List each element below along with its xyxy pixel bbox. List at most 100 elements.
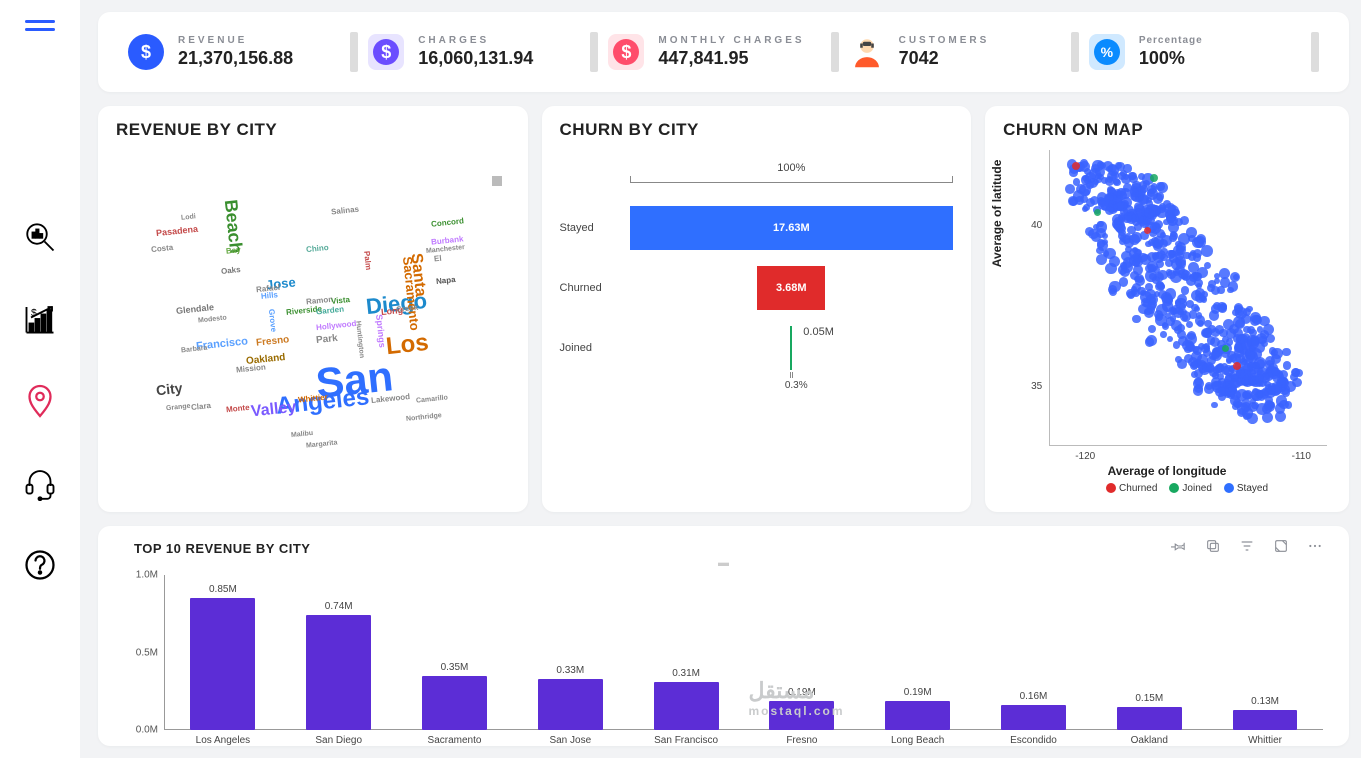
map-point — [1195, 315, 1206, 326]
map-point — [1260, 330, 1269, 339]
bar-x-label: Oakland — [1091, 735, 1207, 746]
wordcloud-word: Napa — [436, 275, 456, 286]
card-toolbar — [1171, 538, 1323, 559]
churn-bar: 17.63M — [630, 206, 954, 250]
wordcloud-word: Pasadena — [156, 224, 199, 238]
bar-data-label: 0.13M — [1251, 696, 1279, 707]
map-point — [1215, 325, 1224, 334]
map-point — [1140, 185, 1148, 193]
map-point — [1217, 286, 1224, 293]
bar-x-label: Los Angeles — [165, 735, 281, 746]
wordcloud-word: Palm — [362, 251, 373, 271]
headset-icon[interactable] — [20, 463, 60, 503]
map-point — [1176, 259, 1186, 269]
map-point — [1285, 401, 1292, 408]
location-pin-icon[interactable] — [20, 381, 60, 421]
kpi-customers: CUSTOMERS 7042 — [849, 32, 1079, 72]
map-point — [1282, 348, 1290, 356]
focus-icon[interactable] — [1273, 538, 1289, 559]
map-point — [1262, 404, 1272, 414]
wordcloud-word: Malibu — [291, 430, 314, 439]
more-icon[interactable] — [1307, 538, 1323, 559]
person-icon — [849, 34, 885, 70]
percent-icon: % — [1089, 34, 1125, 70]
legend-item: Churned — [1106, 483, 1157, 494]
map-point — [1292, 368, 1300, 376]
map-point — [1279, 370, 1288, 379]
kpi-charges-label: CHARGES — [418, 35, 533, 46]
churn-row: Stayed17.63M — [560, 198, 954, 258]
mid-row: REVENUE BY CITY SanAngelesLosDiegoBeachV… — [98, 106, 1349, 512]
kpi-percent-value: 100% — [1139, 48, 1203, 69]
card-title: TOP 10 REVENUE BY CITY — [134, 541, 310, 556]
map-point — [1145, 283, 1153, 291]
bar — [190, 598, 255, 730]
dollar-icon: $ — [128, 34, 164, 70]
menu-toggle-icon[interactable] — [25, 20, 55, 23]
map-point — [1148, 325, 1156, 333]
wordcloud-word: Hollywood — [316, 319, 357, 332]
map-point — [1211, 381, 1220, 390]
map-ylabel: Average of latitude — [990, 160, 1004, 268]
churn-bar: 3.68M — [757, 266, 825, 310]
map-point — [1104, 248, 1116, 260]
map-xtick: -120 — [1075, 451, 1095, 462]
bar — [769, 701, 834, 730]
card-churn-by-city: CHURN BY CITY 100% Stayed17.63MChurned3.… — [542, 106, 972, 512]
bar — [538, 679, 603, 730]
kpi-gauge — [350, 32, 358, 72]
card-revenue-by-city: REVENUE BY CITY SanAngelesLosDiegoBeachV… — [98, 106, 528, 512]
map-point — [1157, 182, 1168, 193]
map-point — [1129, 255, 1141, 267]
wordcloud-word: Oaks — [221, 265, 241, 276]
map-point — [1068, 196, 1078, 206]
map-point — [1193, 249, 1202, 258]
bar — [654, 682, 719, 730]
churn-bar — [790, 326, 792, 370]
map-point — [1155, 313, 1163, 321]
top10-bar-chart[interactable]: 0.0M0.5M1.0M 0.85MLos Angeles0.74MSan Di… — [124, 575, 1323, 730]
wordcloud-word: Monte — [226, 403, 250, 414]
map-scatter[interactable]: Average of latitude 40 35 -120 -110 Aver… — [1003, 146, 1331, 482]
kpi-percentage: % Percentage 100% — [1089, 32, 1319, 72]
pin-icon[interactable] — [1171, 538, 1187, 559]
kpi-charges-value: 16,060,131.94 — [418, 48, 533, 69]
map-point — [1072, 162, 1080, 170]
wordcloud-word: City — [155, 380, 183, 399]
map-point — [1156, 250, 1166, 260]
map-point — [1138, 195, 1148, 205]
map-point — [1222, 345, 1229, 352]
card-title: REVENUE BY CITY — [116, 120, 510, 140]
bar-column: 0.19MLong Beach — [860, 575, 976, 730]
card-title: CHURN ON MAP — [1003, 120, 1331, 140]
churn-bottom-axis: 0.3% — [630, 378, 954, 398]
map-point — [1201, 344, 1210, 353]
copy-icon[interactable] — [1205, 538, 1221, 559]
map-point — [1107, 177, 1113, 183]
map-point — [1214, 278, 1220, 284]
wordcloud-word: Huntington — [354, 321, 365, 359]
bar — [1001, 705, 1066, 730]
map-point — [1161, 292, 1172, 303]
drag-handle-icon[interactable]: ▬ — [124, 557, 1323, 569]
map-point — [1262, 412, 1273, 423]
filter-icon[interactable] — [1239, 538, 1255, 559]
bar-data-label: 0.33M — [556, 665, 584, 676]
help-icon[interactable] — [20, 545, 60, 585]
map-point — [1169, 234, 1177, 242]
bar-x-label: Whittier — [1207, 735, 1323, 746]
growth-chart-icon[interactable]: $ — [20, 299, 60, 339]
map-point — [1106, 166, 1112, 172]
map-point — [1094, 209, 1101, 216]
legend-swatch — [492, 176, 502, 186]
churn-bar-chart[interactable]: 100% Stayed17.63MChurned3.68MJoined0.05M… — [560, 146, 954, 498]
churn-row: Joined0.05M — [560, 318, 954, 378]
map-point — [1135, 276, 1145, 286]
wordcloud[interactable]: SanAngelesLosDiegoBeachValleySantaCitySa… — [116, 146, 510, 498]
wordcloud-word: Fresno — [256, 334, 290, 348]
map-point — [1065, 184, 1075, 194]
magnify-chart-icon[interactable] — [20, 217, 60, 257]
kpi-customers-label: CUSTOMERS — [899, 35, 990, 46]
map-point — [1201, 245, 1213, 257]
bar-data-label: 0.15M — [1135, 693, 1163, 704]
